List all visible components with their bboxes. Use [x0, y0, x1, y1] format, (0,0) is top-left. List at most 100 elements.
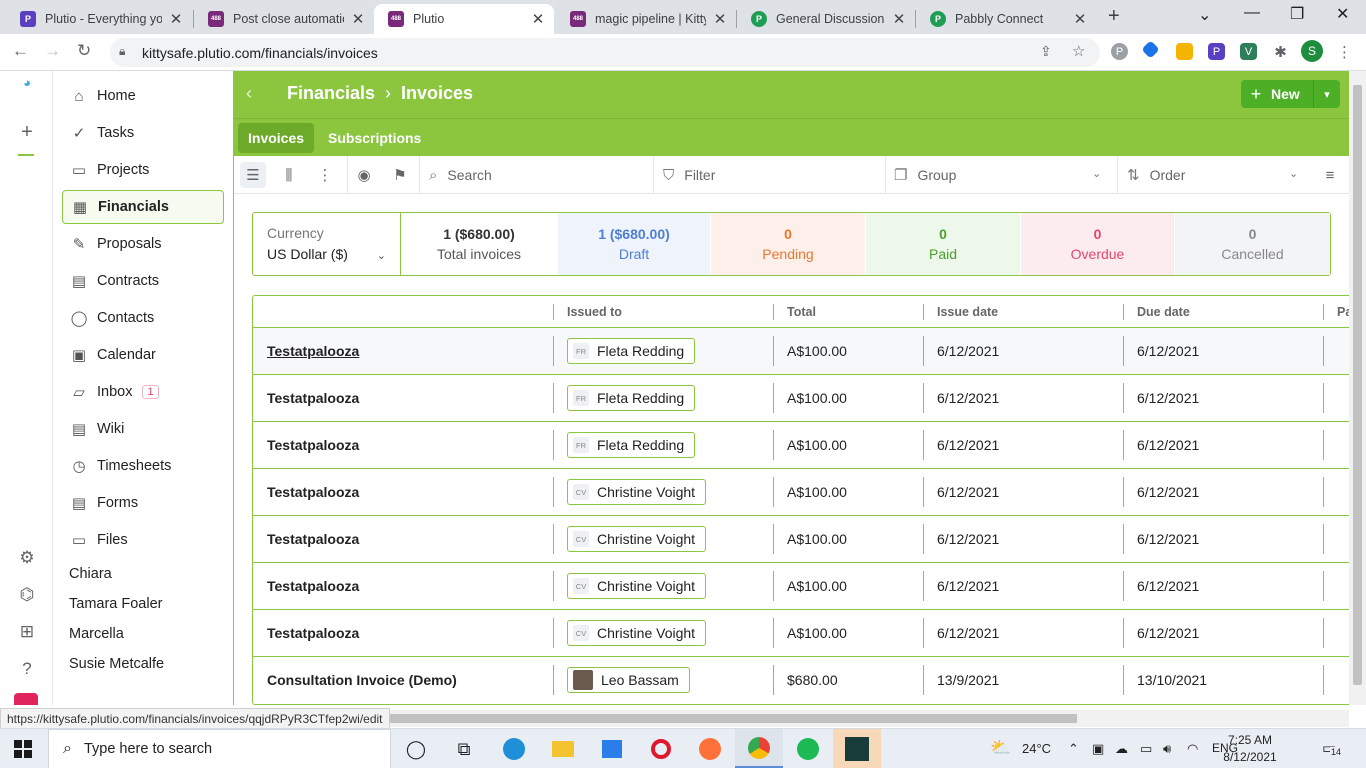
- workspace-logo-icon[interactable]: ◕: [16, 75, 38, 90]
- close-tab-icon[interactable]: ✕: [350, 10, 366, 28]
- sidebar-item-wiki[interactable]: ▤ Wiki: [62, 412, 224, 446]
- tab-invoices[interactable]: Invoices: [238, 123, 315, 153]
- wifi-icon[interactable]: ◠: [1187, 741, 1198, 757]
- help-icon[interactable]: ?: [16, 659, 38, 679]
- settings-gear-icon[interactable]: ⚙: [16, 548, 38, 568]
- firefox-icon[interactable]: [686, 729, 734, 768]
- sidebar-item-timesheets[interactable]: ◷ Timesheets: [62, 449, 224, 483]
- new-button[interactable]: + New ▾: [1241, 80, 1340, 108]
- table-row[interactable]: Testatpalooza CV Christine Voight A$100.00 6…: [253, 469, 1349, 516]
- sidebar-item-home[interactable]: ⌂ Home: [62, 79, 224, 113]
- spotify-icon[interactable]: [784, 729, 832, 768]
- browser-tab-active[interactable]: 488 Plutio ✕: [374, 4, 554, 34]
- column-header-issue-date[interactable]: Issue date: [937, 305, 998, 319]
- taskbar-search-input[interactable]: ⌕ Type here to search: [48, 729, 391, 768]
- sort-direction-icon[interactable]: ≡: [1317, 162, 1343, 188]
- currency-select[interactable]: Currency US Dollar ($) ⌄: [253, 213, 401, 275]
- filter-button[interactable]: ⛉ Filter: [663, 156, 883, 194]
- opera-icon[interactable]: [637, 729, 685, 768]
- edge-icon[interactable]: [490, 729, 538, 768]
- stat-overdue[interactable]: 0 Overdue: [1021, 213, 1174, 275]
- stat-cancelled[interactable]: 0 Cancelled: [1175, 213, 1330, 275]
- list-view-icon[interactable]: ☰: [240, 162, 266, 188]
- browser-tab[interactable]: 488 magic pipeline | Kittys ✕: [556, 4, 736, 34]
- extension-v-icon[interactable]: V: [1240, 43, 1257, 60]
- pinned-contact[interactable]: Susie Metcalfe: [69, 656, 164, 672]
- tray-cloud-icon[interactable]: ☁: [1115, 741, 1128, 757]
- sidebar-item-calendar[interactable]: ▣ Calendar: [62, 338, 224, 372]
- browser-tab[interactable]: P General Discussions | P ✕: [737, 4, 915, 34]
- table-row[interactable]: Testatpalooza FR Fleta Redding A$100.00 6/12…: [253, 422, 1349, 469]
- invoice-name[interactable]: Testatpalooza: [267, 625, 359, 641]
- extension-diamond-icon[interactable]: [1141, 40, 1160, 59]
- sidebar-item-financials[interactable]: ▦ Financials: [62, 190, 224, 224]
- new-dropdown-chevron-icon[interactable]: ▾: [1313, 80, 1340, 108]
- tab-search-chevron-icon[interactable]: ⌄: [1198, 5, 1211, 25]
- apps-icon[interactable]: ⌬: [16, 585, 38, 605]
- scroll-thumb[interactable]: [1353, 85, 1362, 685]
- sidebar-item-files[interactable]: ▭ Files: [62, 523, 224, 557]
- forward-arrow-icon[interactable]: →: [44, 41, 61, 61]
- breadcrumb-financials[interactable]: Financials: [287, 83, 375, 104]
- new-tab-icon[interactable]: +: [1108, 5, 1120, 28]
- client-chip[interactable]: CV Christine Voight: [567, 479, 707, 505]
- sidebar-item-contracts[interactable]: ▤ Contracts: [62, 264, 224, 298]
- invoice-name[interactable]: Testatpalooza: [267, 578, 359, 594]
- sidebar-item-tasks[interactable]: ✓ Tasks: [62, 116, 224, 150]
- table-row[interactable]: Consultation Invoice (Demo) Leo Bassam $68…: [253, 657, 1349, 704]
- show-hidden-icons-icon[interactable]: ⌃: [1068, 741, 1079, 757]
- board-view-icon[interactable]: ⫼: [276, 162, 302, 188]
- minimize-icon[interactable]: —: [1244, 4, 1260, 22]
- tab-subscriptions[interactable]: Subscriptions: [318, 123, 431, 153]
- close-tab-icon[interactable]: ✕: [530, 10, 546, 28]
- table-row[interactable]: Testatpalooza CV Christine Voight A$100.00 6…: [253, 516, 1349, 563]
- close-tab-icon[interactable]: ✕: [1072, 10, 1088, 28]
- stat-paid[interactable]: 0 Paid: [866, 213, 1020, 275]
- table-row[interactable]: Testatpalooza CV Christine Voight A$100.00 6…: [253, 563, 1349, 610]
- column-header-issued-to[interactable]: Issued to: [567, 305, 622, 319]
- table-row[interactable]: Testatpalooza FR Fleta Redding A$100.00 6/12…: [253, 328, 1349, 375]
- sidebar-item-proposals[interactable]: ✎ Proposals: [62, 227, 224, 261]
- invoice-name[interactable]: Testatpalooza: [267, 531, 359, 547]
- back-arrow-icon[interactable]: ←: [12, 41, 29, 61]
- invoice-name[interactable]: Testatpalooza: [267, 343, 359, 359]
- windows-start-icon[interactable]: [14, 740, 32, 758]
- client-chip[interactable]: CV Christine Voight: [567, 573, 707, 599]
- group-chevron-icon[interactable]: ⌄: [1092, 167, 1101, 180]
- close-tab-icon[interactable]: ✕: [891, 10, 907, 28]
- sidebar-item-projects[interactable]: ▭ Projects: [62, 153, 224, 187]
- table-row[interactable]: Testatpalooza FR Fleta Redding A$100.00 6/12…: [253, 375, 1349, 422]
- volume-icon[interactable]: 🔊︎: [1163, 741, 1171, 757]
- tree-view-icon[interactable]: ⋮: [312, 162, 338, 188]
- clock[interactable]: 7:25 AM 8/12/2021: [1218, 732, 1282, 766]
- invoice-name[interactable]: Consultation Invoice (Demo): [267, 672, 457, 688]
- close-tab-icon[interactable]: ✕: [168, 10, 184, 28]
- sidebar-item-forms[interactable]: ▤ Forms: [62, 486, 224, 520]
- bookmark-star-icon[interactable]: ☆: [1072, 42, 1085, 60]
- browser-tab[interactable]: P Pabbly Connect ✕: [916, 4, 1096, 34]
- notification-center-icon[interactable]: ▭ 14: [1322, 739, 1348, 759]
- client-chip[interactable]: FR Fleta Redding: [567, 385, 696, 411]
- table-row[interactable]: Testatpalooza CV Christine Voight A$100.00 6…: [253, 610, 1349, 657]
- chrome-icon[interactable]: [735, 729, 783, 768]
- vertical-scrollbar[interactable]: [1349, 71, 1366, 705]
- extensions-puzzle-icon[interactable]: ✱: [1272, 43, 1289, 61]
- search-input[interactable]: ⌕ Search: [429, 156, 649, 194]
- profile-avatar[interactable]: S: [1301, 40, 1323, 62]
- add-icon[interactable]: +: [16, 121, 38, 144]
- back-chevron-icon[interactable]: ‹: [246, 83, 252, 104]
- vault-app-icon[interactable]: [833, 729, 881, 768]
- client-chip[interactable]: Leo Bassam: [567, 667, 690, 693]
- tray-app-icon[interactable]: ▣: [1092, 741, 1104, 757]
- sidebar-item-contacts[interactable]: ◯ Contacts: [62, 301, 224, 335]
- browser-menu-icon[interactable]: ⋮: [1336, 43, 1353, 61]
- extension-plutio-icon[interactable]: P: [1208, 43, 1225, 60]
- column-header-paid[interactable]: Pa: [1337, 305, 1349, 319]
- order-select[interactable]: ⇅ Order: [1127, 156, 1287, 194]
- notification-badge[interactable]: [14, 693, 38, 705]
- invoice-name[interactable]: Testatpalooza: [267, 437, 359, 453]
- stat-pending[interactable]: 0 Pending: [711, 213, 865, 275]
- temperature[interactable]: 24°C: [1022, 741, 1051, 756]
- extension-p-icon[interactable]: P: [1111, 43, 1128, 60]
- task-view-icon[interactable]: ⧉: [440, 729, 488, 768]
